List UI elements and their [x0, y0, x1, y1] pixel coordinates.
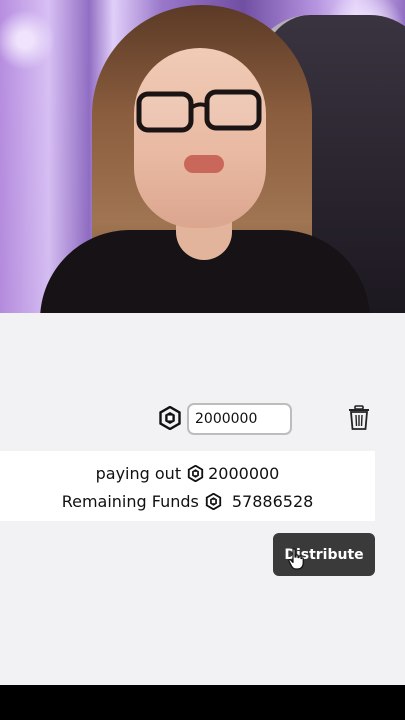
bottom-bar: [0, 685, 405, 720]
payout-summary: paying out 2000000 Remaining Funds 57886…: [0, 451, 375, 521]
stream-frame: T paying out: [0, 0, 405, 720]
paying-out-row: paying out 2000000: [0, 460, 375, 486]
payout-amount-input[interactable]: [187, 403, 292, 435]
webcam-feed: T: [0, 0, 405, 313]
hand-cursor-icon: [288, 548, 304, 570]
remaining-funds-row: Remaining Funds 57886528: [0, 488, 375, 514]
robux-icon: [205, 492, 222, 510]
robux-icon: [187, 464, 204, 482]
paying-out-label: paying out: [95, 463, 182, 483]
robux-icon: [159, 406, 181, 430]
streamer-lips: [184, 155, 224, 173]
glasses: [136, 89, 262, 133]
remaining-funds-value: 57886528: [231, 491, 314, 511]
paying-out-value: 2000000: [208, 463, 280, 483]
streamer-face: [134, 48, 266, 228]
remaining-funds-label: Remaining Funds: [61, 491, 199, 511]
trash-icon[interactable]: [347, 405, 371, 431]
